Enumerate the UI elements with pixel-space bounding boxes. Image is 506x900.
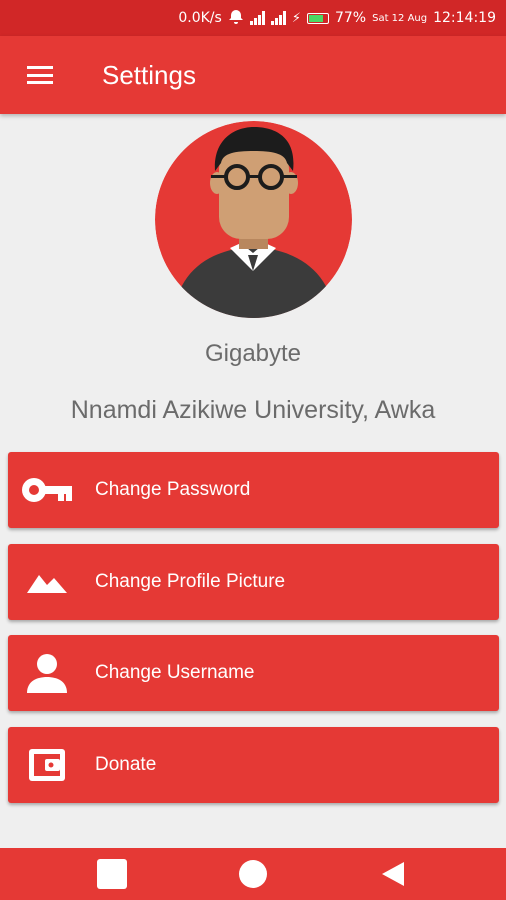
- change-username-button[interactable]: Change Username: [8, 635, 499, 711]
- battery-percent: 77%: [334, 10, 367, 26]
- navigation-bar: [0, 848, 506, 900]
- image-icon: [8, 544, 86, 620]
- recents-button[interactable]: [82, 848, 142, 900]
- signal-icon-2: [270, 11, 286, 25]
- battery-icon: [306, 12, 329, 24]
- donate-button[interactable]: Donate: [8, 727, 499, 803]
- wallet-icon: [8, 727, 86, 803]
- home-button[interactable]: [223, 848, 283, 900]
- page-title: Settings: [102, 59, 196, 90]
- change-username-label: Change Username: [95, 662, 255, 683]
- change-profile-picture-button[interactable]: Change Profile Picture: [8, 544, 499, 620]
- profile-school: Nnamdi Azikiwe University, Awka: [70, 396, 436, 424]
- alarm-icon: [228, 8, 244, 28]
- square-icon: [97, 859, 127, 889]
- status-bar: 0.0K/s ⚡ 77% Sat 12 Aug 12:14:19: [0, 0, 506, 36]
- charging-icon: ⚡: [291, 10, 301, 26]
- key-icon: [8, 452, 86, 528]
- avatar[interactable]: [155, 121, 352, 318]
- back-button[interactable]: [363, 848, 423, 900]
- donate-label: Donate: [95, 754, 157, 775]
- status-time: 12:14:19: [433, 10, 496, 26]
- triangle-back-icon: [382, 862, 404, 886]
- app-bar: Settings: [0, 36, 506, 114]
- profile-name: Gigabyte: [204, 340, 302, 367]
- circle-icon: [239, 860, 267, 888]
- menu-button[interactable]: [0, 36, 80, 114]
- signal-icon: [249, 11, 265, 25]
- person-icon: [8, 635, 86, 711]
- change-profile-picture-label: Change Profile Picture: [95, 571, 286, 592]
- status-date: Sat 12 Aug: [372, 12, 428, 24]
- hamburger-menu-icon: [27, 65, 53, 85]
- user-avatar-icon: [155, 121, 352, 318]
- change-password-label: Change Password: [95, 479, 251, 500]
- network-speed: 0.0K/s: [178, 10, 222, 26]
- change-password-button[interactable]: Change Password: [8, 452, 499, 528]
